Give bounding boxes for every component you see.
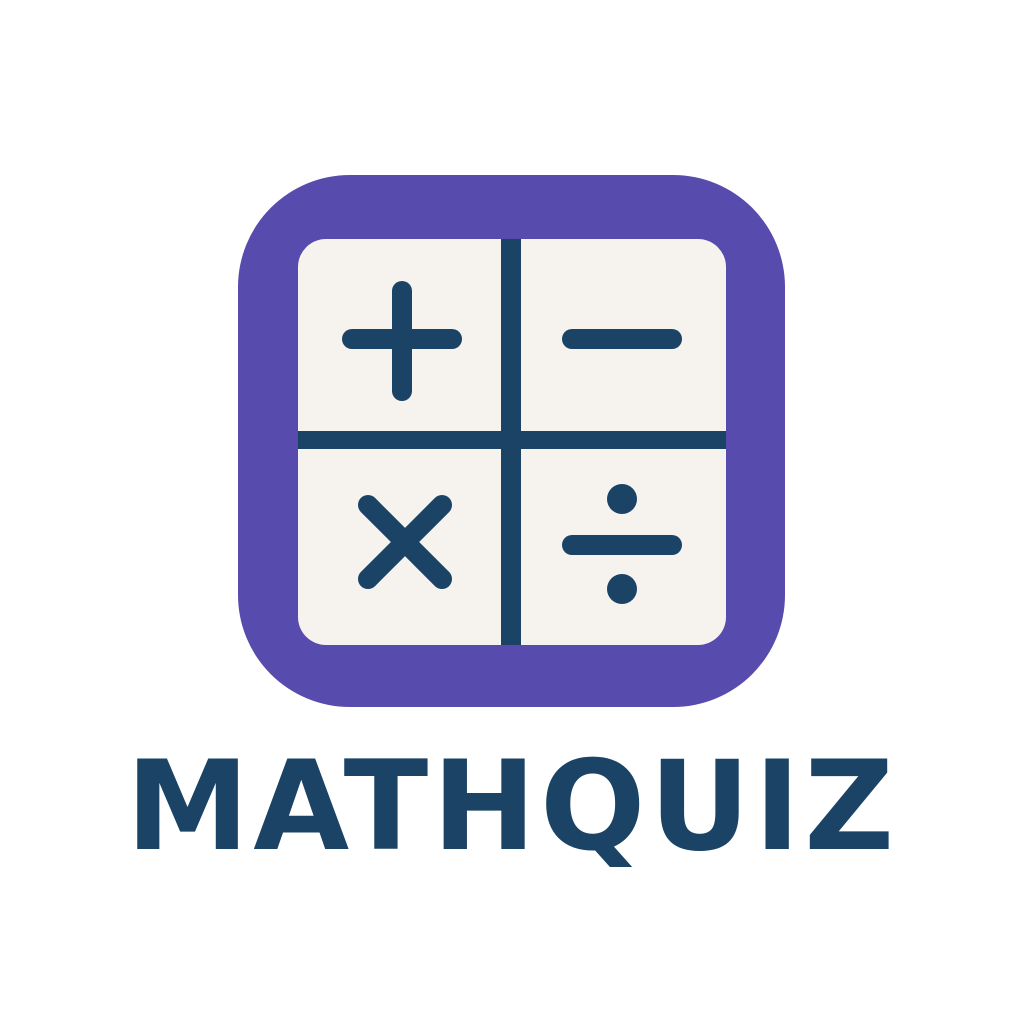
multiply-icon (350, 487, 460, 597)
minus-icon (560, 281, 684, 401)
logo-canvas: MATHQUIZ (0, 0, 1024, 1024)
icon-face (298, 239, 726, 645)
app-name-wordmark: MATHQUIZ (125, 735, 899, 879)
divide-icon (560, 477, 684, 607)
grid-divider-horizontal (298, 431, 726, 449)
plus-icon (342, 281, 462, 401)
app-icon (238, 175, 785, 707)
